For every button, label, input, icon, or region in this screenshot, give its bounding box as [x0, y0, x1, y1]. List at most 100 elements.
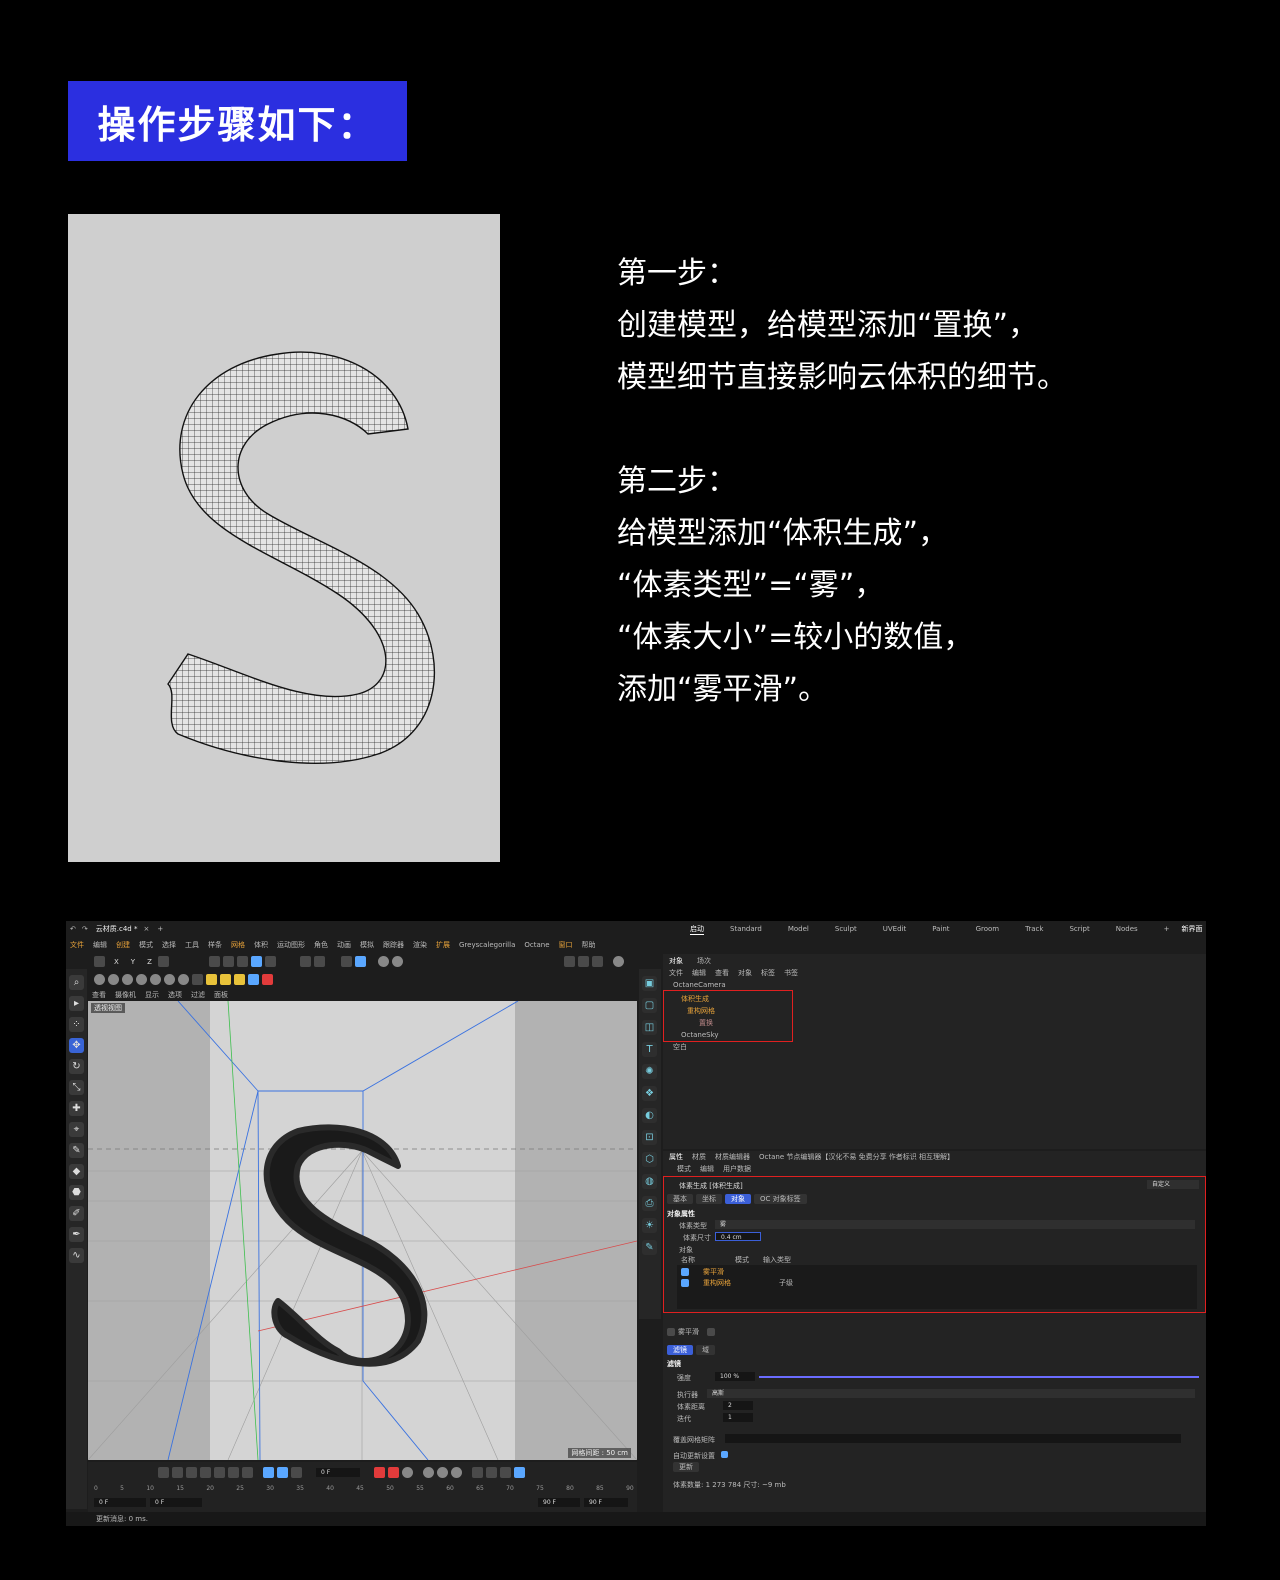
add-workspace-icon[interactable]: + [1164, 925, 1170, 933]
am-menu-item[interactable]: 编辑 [700, 1164, 714, 1174]
menu-item[interactable]: 模拟 [360, 940, 374, 950]
sound-icon[interactable] [291, 1467, 302, 1478]
go-end-icon[interactable] [242, 1467, 253, 1478]
menu-item[interactable]: 角色 [314, 940, 328, 950]
workspace-tab[interactable]: Model [788, 925, 809, 933]
volume-icon[interactable]: ⬡ [642, 1152, 657, 1167]
auto-update-checkbox[interactable] [721, 1451, 728, 1458]
menu-item[interactable]: 动画 [337, 940, 351, 950]
deformer-icon[interactable]: ◐ [642, 1108, 657, 1123]
strength-field[interactable]: 100 % [715, 1372, 755, 1381]
key-scale-icon[interactable] [451, 1467, 462, 1478]
object-item[interactable]: 空白 [673, 1042, 687, 1052]
bulb-icon[interactable] [234, 974, 245, 985]
attr-tab[interactable]: 材质 [692, 1152, 706, 1162]
sphere-icon[interactable] [122, 974, 133, 985]
preset-select[interactable]: 自定义 [1147, 1180, 1199, 1189]
checkbox[interactable] [681, 1268, 689, 1276]
go-start-icon[interactable] [158, 1467, 169, 1478]
keyframe-icon[interactable] [402, 1467, 413, 1478]
am-menu-item[interactable]: 模式 [677, 1164, 691, 1174]
menu-item[interactable]: Greyscalegorilla [459, 941, 515, 949]
list-item[interactable]: 重构网格 子级 [681, 1278, 793, 1288]
menu-item[interactable]: 运动图形 [277, 940, 305, 950]
viewport-menu-item[interactable]: 查看 [92, 990, 106, 1000]
workspace-tab[interactable]: Script [1069, 925, 1089, 933]
viewport-menu-item[interactable]: 过滤 [191, 990, 205, 1000]
viewport-menu-item[interactable]: 摄像机 [115, 990, 136, 1000]
update-button[interactable]: 更新 [673, 1462, 699, 1472]
autokey-icon[interactable] [388, 1467, 399, 1478]
next-frame-icon[interactable] [214, 1467, 225, 1478]
next-key-icon[interactable] [228, 1467, 239, 1478]
menu-item[interactable]: 样条 [208, 940, 222, 950]
pen-icon[interactable]: ✎ [642, 1240, 657, 1255]
bevel-icon[interactable]: ◆ [69, 1164, 84, 1179]
menu-item[interactable]: 模式 [139, 940, 153, 950]
play-icon[interactable] [200, 1467, 211, 1478]
viewport-menu-item[interactable]: 显示 [145, 990, 159, 1000]
select-dots-icon[interactable]: ⁘ [69, 1017, 84, 1032]
axis-z-toggle[interactable]: Z [147, 958, 152, 966]
checkbox[interactable] [681, 1279, 689, 1287]
key-position-icon[interactable] [423, 1467, 434, 1478]
attr-tab[interactable]: 属性 [669, 1152, 683, 1162]
workplane-icon[interactable] [354, 956, 366, 967]
tab-field[interactable]: 域 [696, 1344, 715, 1355]
workspace-tab[interactable]: 启动 [690, 924, 704, 935]
polygon-mode-icon[interactable] [236, 956, 248, 967]
workspace-tab[interactable]: Track [1025, 925, 1043, 933]
snap-settings-icon[interactable] [313, 956, 325, 967]
grid-icon[interactable] [340, 956, 352, 967]
om-menu-item[interactable]: 编辑 [692, 968, 706, 978]
axis-icon[interactable]: ⌖ [69, 1122, 84, 1137]
pen-icon[interactable]: ✒ [69, 1227, 84, 1242]
undo-icon[interactable]: ↶ [70, 925, 76, 933]
preview-end-field[interactable]: 90 F [538, 1498, 580, 1507]
extrude-icon[interactable]: ⬣ [69, 1185, 84, 1200]
sphere-icon[interactable] [136, 974, 147, 985]
object-item[interactable]: OctaneCamera [673, 980, 726, 990]
viewport-menu-item[interactable]: 选项 [168, 990, 182, 1000]
render-settings-icon[interactable] [592, 956, 603, 967]
text-icon[interactable]: T [642, 1042, 657, 1057]
move-icon[interactable]: ✥ [69, 1038, 84, 1053]
spline-icon[interactable]: ∿ [69, 1248, 84, 1263]
loop-icon[interactable] [263, 1467, 274, 1478]
menu-item[interactable]: 扩展 [436, 940, 450, 950]
iterations-field[interactable]: 1 [723, 1413, 753, 1422]
workspace-tab[interactable]: Standard [730, 925, 762, 933]
om-menu-item[interactable]: 文件 [669, 968, 683, 978]
om-menu-item[interactable]: 查看 [715, 968, 729, 978]
key-mode-icon[interactable] [500, 1467, 511, 1478]
menu-item[interactable]: Octane [524, 941, 549, 949]
search-icon[interactable]: ⌕ [69, 975, 84, 990]
scale-icon[interactable]: ⤡ [69, 1080, 84, 1095]
render-region-icon[interactable] [377, 956, 389, 967]
prev-key-icon[interactable] [172, 1467, 183, 1478]
om-menu-item[interactable]: 标签 [761, 968, 775, 978]
om-menu-item[interactable]: 对象 [738, 968, 752, 978]
speed-icon[interactable] [277, 1467, 288, 1478]
cube-icon[interactable]: ◫ [642, 1020, 657, 1035]
select-icon[interactable]: ▸ [69, 996, 84, 1011]
subtab-object[interactable]: 对象 [725, 1193, 751, 1204]
workspace-tab[interactable]: UVEdit [883, 925, 906, 933]
model-mode-icon[interactable] [250, 956, 262, 967]
camera-icon[interactable]: ▣ [642, 976, 657, 991]
tab-objects[interactable]: 对象 [669, 956, 683, 966]
light-icon[interactable] [220, 974, 231, 985]
edge-mode-icon[interactable] [222, 956, 234, 967]
key-interp-icon[interactable] [514, 1467, 525, 1478]
record-icon[interactable] [374, 1467, 385, 1478]
tab-filter[interactable]: 滤镜 [667, 1344, 693, 1355]
end-frame-field[interactable]: 90 F [584, 1498, 628, 1507]
camera-icon[interactable] [262, 974, 273, 985]
voxel-size-field[interactable]: 0.4 cm [715, 1232, 761, 1241]
light-icon[interactable]: ☀ [642, 1218, 657, 1233]
contrast-icon[interactable] [248, 974, 259, 985]
environment-icon[interactable]: ◍ [642, 1174, 657, 1189]
cloner-icon[interactable]: ✺ [642, 1064, 657, 1079]
light-icon[interactable] [192, 974, 203, 985]
close-tab-icon[interactable]: × [143, 925, 149, 933]
